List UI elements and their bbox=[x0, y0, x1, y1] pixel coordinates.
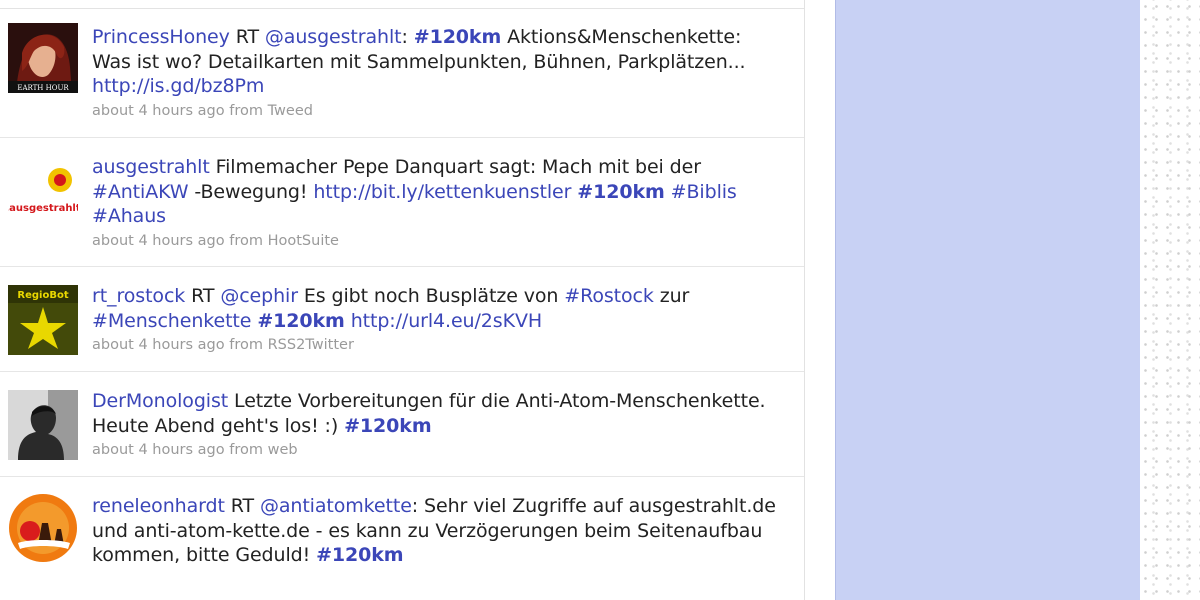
from-label: from bbox=[229, 337, 263, 353]
hashtag-link[interactable]: #120km bbox=[316, 544, 404, 566]
tweet-text-segment: RT bbox=[224, 495, 260, 517]
tweet-text-segment: : bbox=[401, 26, 414, 48]
from-label: from bbox=[229, 442, 263, 458]
from-label: from bbox=[229, 102, 263, 119]
tweet-meta: about 4 hours ago from RSS2Twitter bbox=[92, 336, 782, 354]
tweet-meta: about 4 hours ago from web bbox=[92, 441, 782, 459]
tweet-body: ausgestrahlt Filmemacher Pepe Danquart s… bbox=[92, 155, 782, 250]
tweet-text-segment: RT bbox=[229, 26, 265, 48]
tweet-text-segment: Es gibt noch Busplätze von bbox=[297, 285, 565, 307]
source-link[interactable]: web bbox=[268, 442, 298, 458]
url-link[interactable]: http://is.gd/bz8Pm bbox=[92, 75, 264, 97]
avatar[interactable]: EARTH HOUR bbox=[8, 23, 78, 93]
screen-name-link[interactable]: PrincessHoney bbox=[92, 26, 230, 48]
hashtag-link[interactable]: #120km bbox=[414, 26, 502, 48]
tweet-body: DerMonologist Letzte Vorbereitungen für … bbox=[92, 389, 782, 459]
tweet-item: EARTH HOUR PrincessHoney RT @ausgestrahl… bbox=[0, 9, 804, 138]
tweet-text-segment: -Bewegung! bbox=[188, 180, 314, 203]
avatar[interactable] bbox=[8, 493, 78, 563]
timestamp-link[interactable]: about 4 hours ago bbox=[92, 103, 225, 119]
tweet-body: PrincessHoney RT @ausgestrahlt: #120km A… bbox=[92, 25, 782, 120]
hashtag-link[interactable]: #120km bbox=[257, 310, 345, 332]
tweet-text-segment: zur bbox=[653, 285, 690, 307]
avatar[interactable]: .ausgestrahlt bbox=[8, 154, 78, 224]
tweet-text-segment: Filmemacher Pepe Danquart sagt: Mach mit… bbox=[209, 156, 701, 178]
timestamp-link[interactable]: about 4 hours ago bbox=[92, 337, 225, 353]
tweet-body: rt_rostock RT @cephir Es gibt noch Buspl… bbox=[92, 284, 782, 354]
tweet-text: DerMonologist Letzte Vorbereitungen für … bbox=[92, 389, 782, 438]
avatar[interactable] bbox=[8, 390, 78, 460]
mention-link[interactable]: @ausgestrahlt bbox=[265, 26, 402, 48]
content-gutter bbox=[805, 0, 835, 600]
tweet-text: reneleonhardt RT @antiatomkette: Sehr vi… bbox=[92, 494, 782, 568]
avatar-caption: EARTH HOUR bbox=[17, 84, 69, 92]
sidebar bbox=[835, 0, 1141, 600]
tweet-text: rt_rostock RT @cephir Es gibt noch Buspl… bbox=[92, 284, 782, 333]
mention-link[interactable]: @antiatomkette bbox=[260, 495, 412, 517]
tweet-item: DerMonologist Letzte Vorbereitungen für … bbox=[0, 372, 804, 477]
mention-link[interactable]: @cephir bbox=[220, 285, 298, 307]
avatar-caption: RegioBot bbox=[17, 290, 68, 301]
screen-name-link[interactable]: reneleonhardt bbox=[92, 495, 225, 517]
hashtag-link[interactable]: #120km bbox=[577, 181, 665, 203]
tweet-text: ausgestrahlt Filmemacher Pepe Danquart s… bbox=[92, 155, 782, 229]
tweet-timeline: EARTH HOUR PrincessHoney RT @ausgestrahl… bbox=[0, 0, 805, 600]
screen-name-link[interactable]: ausgestrahlt bbox=[92, 156, 210, 178]
source-link[interactable]: Tweed bbox=[268, 103, 313, 119]
source-link[interactable]: RSS2Twitter bbox=[268, 337, 354, 353]
tweet-meta: about 4 hours ago from Tweed bbox=[92, 102, 782, 120]
hashtag-link[interactable]: #Rostock bbox=[564, 285, 654, 307]
tweet-item: RegioBot rt_rostock RT @cephir Es gibt n… bbox=[0, 267, 804, 372]
tweet-text: PrincessHoney RT @ausgestrahlt: #120km A… bbox=[92, 25, 782, 99]
url-link[interactable]: http://url4.eu/2sKVH bbox=[351, 310, 542, 332]
source-link[interactable]: HootSuite bbox=[268, 233, 339, 249]
hashtag-link[interactable]: #Menschenkette bbox=[92, 310, 251, 332]
from-label: from bbox=[229, 232, 263, 249]
timestamp-link[interactable]: about 4 hours ago bbox=[92, 233, 225, 249]
url-link[interactable]: http://bit.ly/kettenkuenstler bbox=[313, 181, 571, 203]
tweet-item: reneleonhardt RT @antiatomkette: Sehr vi… bbox=[0, 477, 804, 600]
hashtag-link[interactable]: #Ahaus bbox=[92, 205, 166, 227]
hashtag-link[interactable]: #Biblis bbox=[671, 181, 737, 203]
page-background bbox=[1140, 0, 1200, 600]
avatar[interactable]: RegioBot bbox=[8, 285, 78, 355]
screen-name-link[interactable]: rt_rostock bbox=[92, 285, 185, 307]
tweet-body: reneleonhardt RT @antiatomkette: Sehr vi… bbox=[92, 494, 782, 568]
tweet-item: .ausgestrahlt ausgestrahlt Filmemacher P… bbox=[0, 138, 804, 267]
avatar-caption: .ausgestrahlt bbox=[8, 203, 78, 214]
tweet-text-segment: RT bbox=[185, 285, 221, 307]
hashtag-link[interactable]: #120km bbox=[344, 415, 432, 437]
screen-name-link[interactable]: DerMonologist bbox=[92, 390, 228, 412]
tweet-meta: about 4 hours ago from HootSuite bbox=[92, 232, 782, 250]
timestamp-link[interactable]: about 4 hours ago bbox=[92, 442, 225, 458]
hashtag-link[interactable]: #AntiAKW bbox=[92, 181, 189, 203]
